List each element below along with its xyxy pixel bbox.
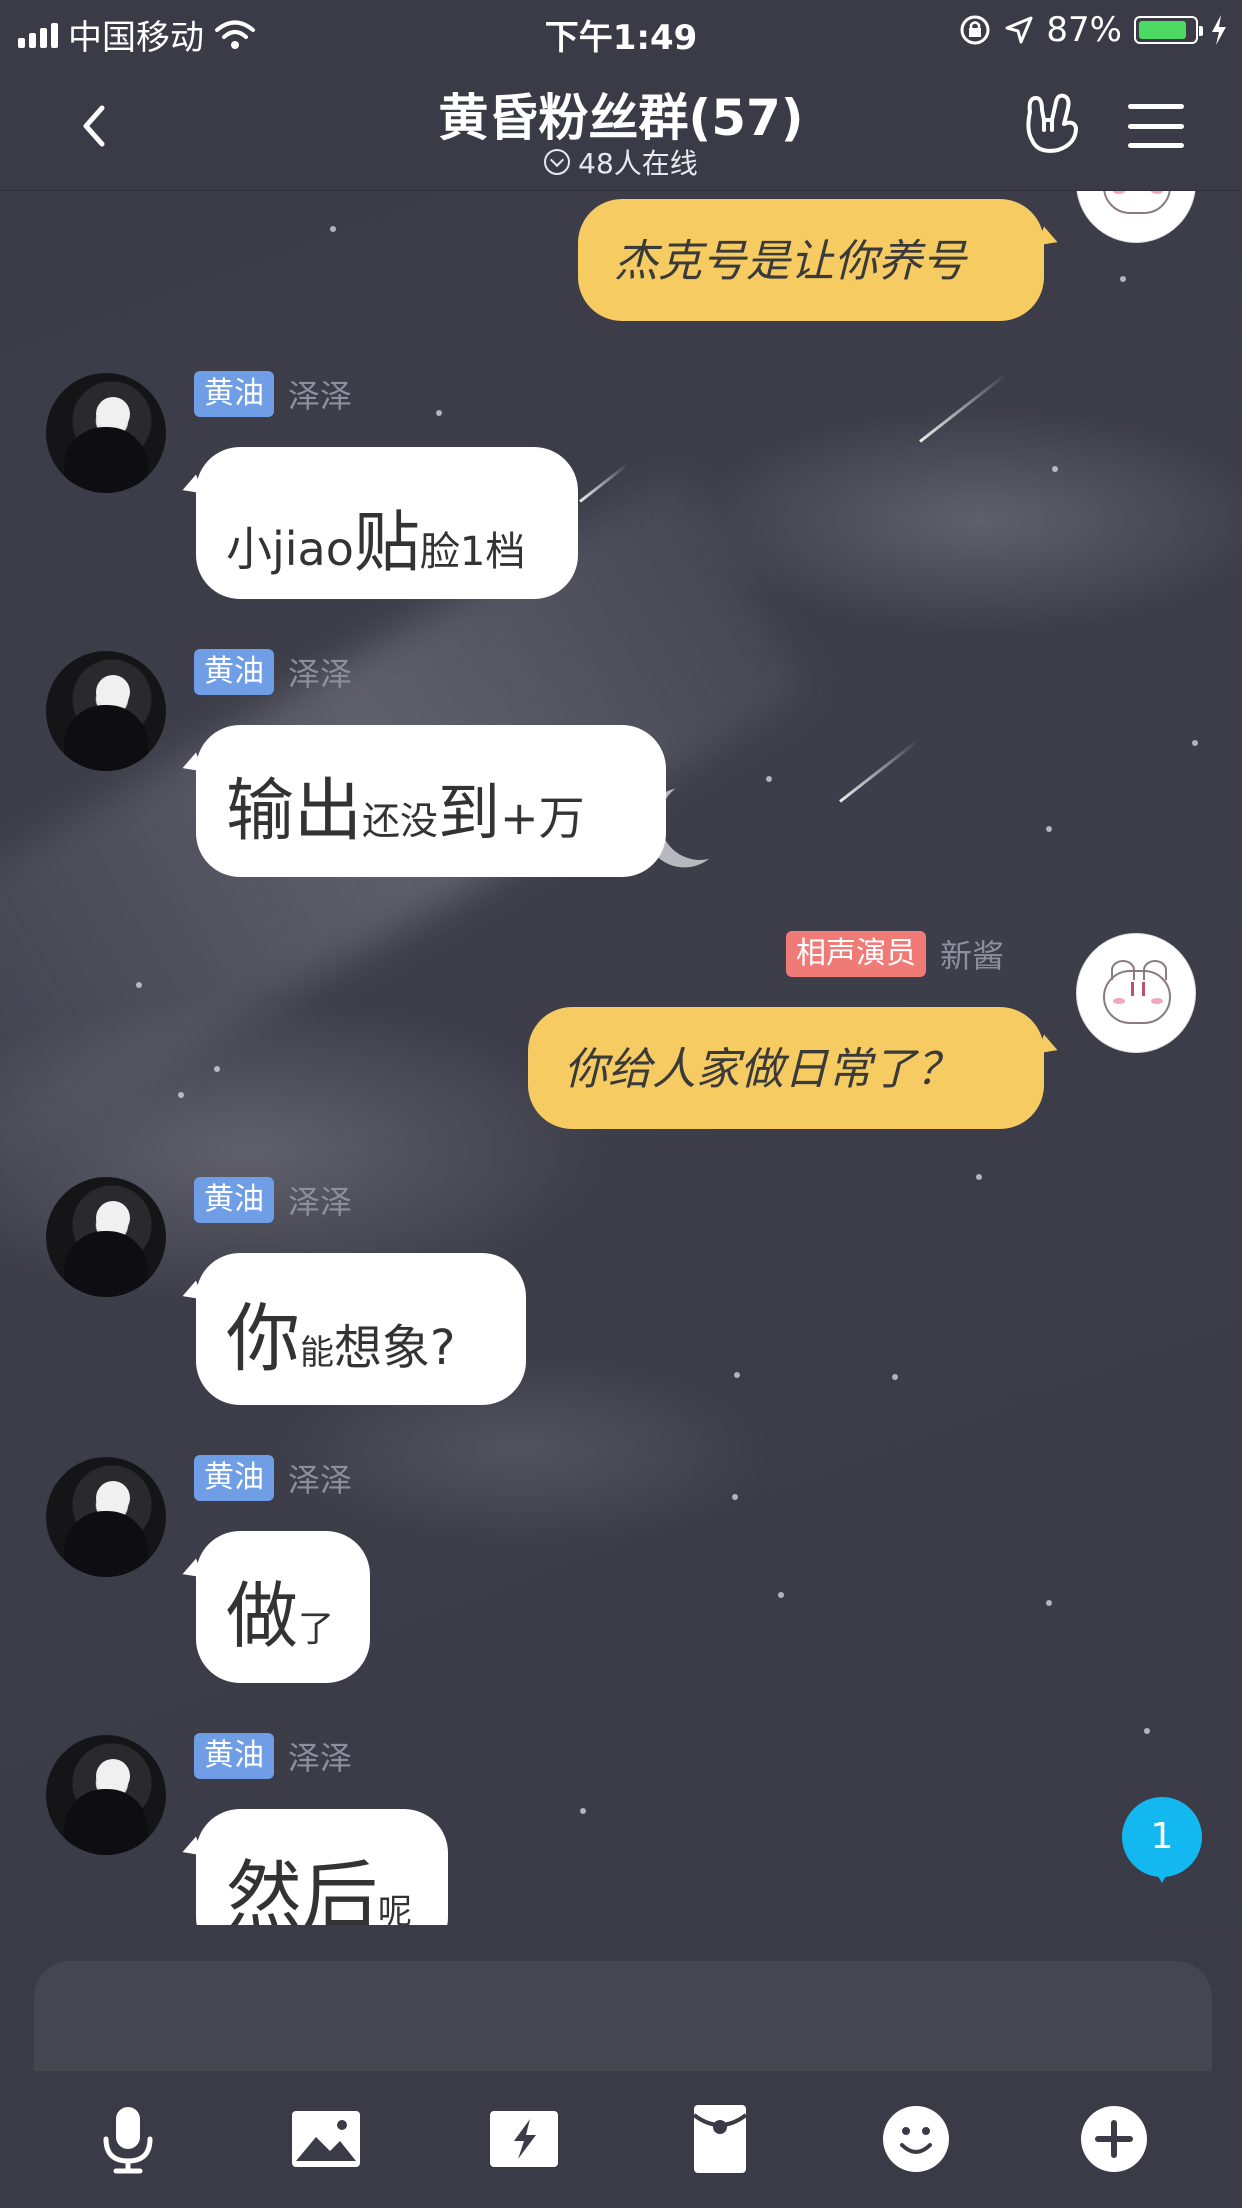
message-text-segment: 你给人家做日常了？ bbox=[564, 1044, 960, 1095]
message-bubble[interactable]: 你给人家做日常了？ bbox=[528, 1007, 1044, 1129]
sender-meta: 黄油 泽泽 bbox=[194, 1733, 352, 1779]
message-clip: 然后呢 bbox=[180, 1791, 480, 1925]
message-text-segment: 贴 bbox=[353, 504, 420, 581]
nav-bar: 黄昏粉丝群(57) 48人在线 bbox=[0, 62, 1242, 191]
sender-meta: 黄油 泽泽 bbox=[194, 371, 352, 417]
message-text-segment: 呢 bbox=[378, 1892, 412, 1925]
battery-percent: 87% bbox=[1046, 10, 1122, 50]
emoji-icon[interactable] bbox=[876, 2099, 956, 2179]
message-text-segment: 然后 bbox=[226, 1852, 378, 1925]
member-title-badge: 相声演员 bbox=[786, 931, 926, 977]
message-bubble[interactable]: 你能想象? bbox=[196, 1253, 526, 1405]
status-bar: 中国移动 下午1:49 87% bbox=[0, 0, 1242, 62]
image-icon[interactable] bbox=[286, 2099, 366, 2179]
message-text-segment: 脸1档 bbox=[419, 529, 526, 575]
sender-name[interactable]: 泽泽 bbox=[288, 1177, 352, 1223]
sender-name[interactable]: 新酱 bbox=[940, 931, 1004, 977]
message-text-segment: 还没 bbox=[362, 799, 439, 843]
flash-photo-icon[interactable] bbox=[484, 2099, 564, 2179]
message-text-segment: 输出 bbox=[226, 772, 363, 851]
message-input[interactable] bbox=[34, 1961, 1212, 2071]
message-text-segment: 小jiao bbox=[226, 522, 354, 576]
unread-count-badge[interactable]: 1 bbox=[1122, 1797, 1202, 1883]
avatar[interactable] bbox=[46, 1457, 166, 1577]
sender-name[interactable]: 泽泽 bbox=[288, 649, 352, 695]
avatar[interactable] bbox=[46, 1177, 166, 1297]
input-toolbar bbox=[0, 2071, 1242, 2208]
plus-icon[interactable] bbox=[1074, 2099, 1154, 2179]
member-title-badge: 黄油 bbox=[194, 1177, 274, 1223]
member-title-badge: 黄油 bbox=[194, 1733, 274, 1779]
battery-icon bbox=[1134, 16, 1203, 44]
message-bubble[interactable]: 做了 bbox=[196, 1531, 370, 1683]
message-list[interactable]: 杰克号是让你养号 黄油 泽泽 小jiao贴脸1档 黄油 泽泽 输出还没到+万 相… bbox=[0, 191, 1242, 1926]
sender-name[interactable]: 泽泽 bbox=[288, 1733, 352, 1779]
message-text-segment: 你 bbox=[226, 1296, 300, 1382]
online-count-label: 48人在线 bbox=[578, 147, 698, 180]
sender-name[interactable]: 泽泽 bbox=[288, 371, 352, 417]
sender-meta: 黄油 泽泽 bbox=[194, 1177, 352, 1223]
member-title-badge: 黄油 bbox=[194, 371, 274, 417]
avatar[interactable] bbox=[46, 373, 166, 493]
rotation-lock-icon bbox=[960, 15, 990, 45]
location-arrow-icon bbox=[1005, 16, 1033, 44]
message-bubble[interactable]: 杰克号是让你养号 bbox=[578, 199, 1044, 321]
chevron-down-circle-icon bbox=[544, 149, 571, 175]
message-text-segment: 杰克号是让你养号 bbox=[614, 236, 966, 287]
member-title-badge: 黄油 bbox=[194, 1455, 274, 1501]
hamburger-menu-icon[interactable] bbox=[1128, 104, 1184, 148]
rock-hand-icon[interactable] bbox=[1018, 90, 1084, 156]
avatar[interactable] bbox=[1076, 933, 1196, 1053]
sender-meta: 黄油 泽泽 bbox=[194, 1455, 352, 1501]
message-text-segment: 了 bbox=[298, 1609, 335, 1650]
message-text-segment: 想象? bbox=[334, 1320, 456, 1376]
message-text-segment: 到 bbox=[438, 776, 501, 849]
sender-name[interactable]: 泽泽 bbox=[288, 1455, 352, 1501]
charging-icon bbox=[1212, 15, 1226, 45]
avatar[interactable] bbox=[46, 1735, 166, 1855]
message-text-segment: 能 bbox=[300, 1333, 334, 1373]
red-packet-icon[interactable] bbox=[680, 2099, 760, 2179]
avatar[interactable] bbox=[1076, 191, 1196, 243]
message-text-segment: +万 bbox=[500, 791, 585, 845]
avatar[interactable] bbox=[46, 651, 166, 771]
member-title-badge: 黄油 bbox=[194, 649, 274, 695]
sender-meta: 黄油 泽泽 bbox=[194, 649, 352, 695]
sender-meta: 相声演员 新酱 bbox=[786, 931, 1004, 977]
message-bubble[interactable]: 小jiao贴脸1档 bbox=[196, 447, 578, 599]
message-bubble[interactable]: 输出还没到+万 bbox=[196, 725, 666, 877]
message-text-segment: 做 bbox=[226, 1574, 299, 1658]
microphone-icon[interactable] bbox=[88, 2099, 168, 2179]
composer bbox=[0, 1926, 1242, 2208]
message-bubble[interactable]: 然后呢 bbox=[196, 1809, 448, 1925]
